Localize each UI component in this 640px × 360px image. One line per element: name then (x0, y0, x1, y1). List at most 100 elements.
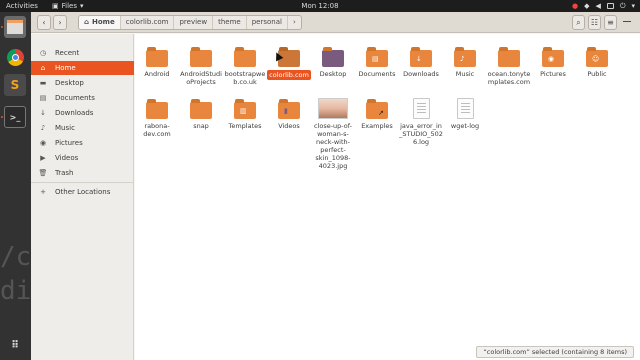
breadcrumb-home[interactable]: ⌂ Home (79, 16, 121, 29)
image-thumbnail (318, 98, 348, 119)
sidebar-item-home[interactable]: ⌂ Home (31, 61, 134, 75)
file-item[interactable]: ☺ Public (575, 47, 619, 78)
file-item[interactable]: ◉ Pictures (531, 47, 575, 78)
activities-button[interactable]: Activities (6, 0, 38, 12)
public-folder-icon: ☺ (586, 47, 608, 67)
chrome-icon[interactable] (4, 46, 26, 68)
sidebar-item-label: Recent (55, 49, 80, 57)
sidebar-item-label: Other Locations (55, 188, 111, 196)
minimize-icon[interactable] (623, 21, 631, 22)
file-item[interactable]: snap (179, 99, 223, 130)
file-label: rabona-dev.com (143, 122, 171, 138)
view-options-button[interactable]: ☷ (588, 15, 601, 30)
file-label: bootstrapweb.co.uk (224, 70, 266, 86)
folder-icon (146, 99, 168, 119)
folder-icon (190, 47, 212, 67)
chevron-down-icon: ▾ (631, 2, 635, 10)
file-item[interactable]: ▮ Videos (267, 99, 311, 130)
file-item[interactable]: java_error_in_STUDIO_5026.log (399, 98, 443, 146)
files-window: ‹ › ⌂ Home colorlib.com preview theme pe… (31, 12, 640, 360)
file-item[interactable]: ♪ Music (443, 47, 487, 78)
file-label: Downloads (403, 70, 439, 78)
documents-icon: ▤ (39, 94, 47, 102)
examples-link-icon: ↗ (366, 99, 388, 119)
breadcrumb-theme[interactable]: theme (213, 16, 247, 29)
file-label: snap (193, 122, 209, 130)
sidebar-item-documents[interactable]: ▤ Documents (31, 91, 134, 105)
trash-icon: 🗑 (38, 169, 48, 177)
file-label: Desktop (319, 70, 347, 78)
file-item[interactable]: ▥ Templates (223, 99, 267, 130)
file-item[interactable]: Desktop (311, 47, 355, 78)
sidebar-item-label: Downloads (55, 109, 94, 117)
record-icon: ● (572, 2, 579, 10)
network-icon: ◆ (584, 2, 590, 10)
back-button[interactable]: ‹ (37, 15, 51, 30)
sidebar-item-label: Documents (55, 94, 95, 102)
file-item[interactable]: wget-log (443, 98, 487, 130)
breadcrumb-preview[interactable]: preview (174, 16, 214, 29)
chevron-right-icon: › (58, 18, 62, 27)
file-item[interactable]: ↗ Examples (355, 99, 399, 130)
text-file-icon (412, 98, 430, 119)
breadcrumb-personal[interactable]: personal (247, 16, 288, 29)
videos-folder-icon: ▮ (278, 99, 300, 119)
file-item[interactable]: close-up-of-woman-s-neck-with-perfect-sk… (311, 98, 355, 170)
sidebar-item-label: Pictures (55, 139, 83, 147)
terminal-icon[interactable]: >_ (4, 106, 26, 128)
breadcrumb-more-button[interactable]: › (288, 16, 301, 29)
files-dock-icon[interactable] (4, 16, 26, 38)
sidebar-item-videos[interactable]: ▶ Videos (31, 151, 134, 165)
system-tray[interactable]: ● ◆ ◀ ⏻ ▾ (572, 0, 635, 12)
breadcrumb-colorlib[interactable]: colorlib.com (121, 16, 175, 29)
file-label: Templates (228, 122, 262, 130)
file-label: AndroidStudioProjects (180, 70, 222, 86)
files-app-icon: ▣ (52, 2, 59, 10)
forward-button[interactable]: › (53, 15, 67, 30)
file-item[interactable]: ▤ Documents (355, 47, 399, 78)
file-label: Music (455, 70, 475, 78)
sidebar-item-other-locations[interactable]: + Other Locations (31, 185, 134, 199)
app-menu[interactable]: ▣ Files ▾ (52, 0, 84, 12)
volume-icon: ◀ (595, 2, 601, 10)
battery-icon (606, 3, 614, 9)
clock[interactable]: Mon 12:08 (290, 0, 350, 12)
sidebar-item-pictures[interactable]: ◉ Pictures (31, 136, 134, 150)
sidebar-item-trash[interactable]: 🗑 Trash (31, 166, 134, 180)
file-item[interactable]: rabona-dev.com (135, 99, 179, 138)
app-name: Files (61, 2, 77, 10)
hamburger-icon: ≡ (607, 18, 614, 27)
music-folder-icon: ♪ (454, 47, 476, 67)
file-item[interactable]: ↓ Downloads (399, 47, 443, 78)
sidebar-item-recent[interactable]: ◷ Recent (31, 46, 134, 60)
home-icon: ⌂ (40, 64, 46, 72)
search-button[interactable]: ⌕ (572, 15, 585, 30)
pictures-folder-icon: ◉ (542, 47, 564, 67)
file-item[interactable]: AndroidStudioProjects (179, 47, 223, 86)
show-applications-icon[interactable]: ⠿ (4, 334, 26, 356)
header-bar: ‹ › ⌂ Home colorlib.com preview theme pe… (31, 12, 640, 33)
sidebar: ◷ Recent ⌂ Home ▬ Desktop ▤ Documents ↓ Downl… (31, 34, 134, 360)
breadcrumb: ⌂ Home colorlib.com preview theme person… (78, 15, 302, 30)
file-item[interactable]: ocean.tonytemplates.com (487, 47, 531, 86)
sidebar-item-label: Trash (55, 169, 74, 177)
sublime-text-icon[interactable]: S (4, 74, 26, 96)
chevron-down-icon: ▾ (80, 2, 84, 10)
sidebar-item-downloads[interactable]: ↓ Downloads (31, 106, 134, 120)
home-icon: ⌂ (84, 18, 90, 26)
downloads-folder-icon: ↓ (410, 47, 432, 67)
power-icon: ⏻ (619, 2, 626, 10)
status-bar: “colorlib.com” selected (containing 8 it… (476, 346, 634, 358)
file-label: Pictures (540, 70, 566, 78)
file-item[interactable]: bootstrapweb.co.uk (223, 47, 267, 86)
videos-icon: ▶ (40, 154, 46, 162)
file-label: colorlib.com (267, 70, 311, 80)
file-label: Videos (278, 122, 300, 130)
file-item[interactable]: Android (135, 47, 179, 78)
pictures-icon: ◉ (39, 139, 47, 147)
sidebar-item-music[interactable]: ♪ Music (31, 121, 134, 135)
sidebar-divider (31, 182, 134, 183)
sidebar-item-desktop[interactable]: ▬ Desktop (31, 76, 134, 90)
file-label: Documents (358, 70, 396, 78)
menu-button[interactable]: ≡ (604, 15, 617, 30)
